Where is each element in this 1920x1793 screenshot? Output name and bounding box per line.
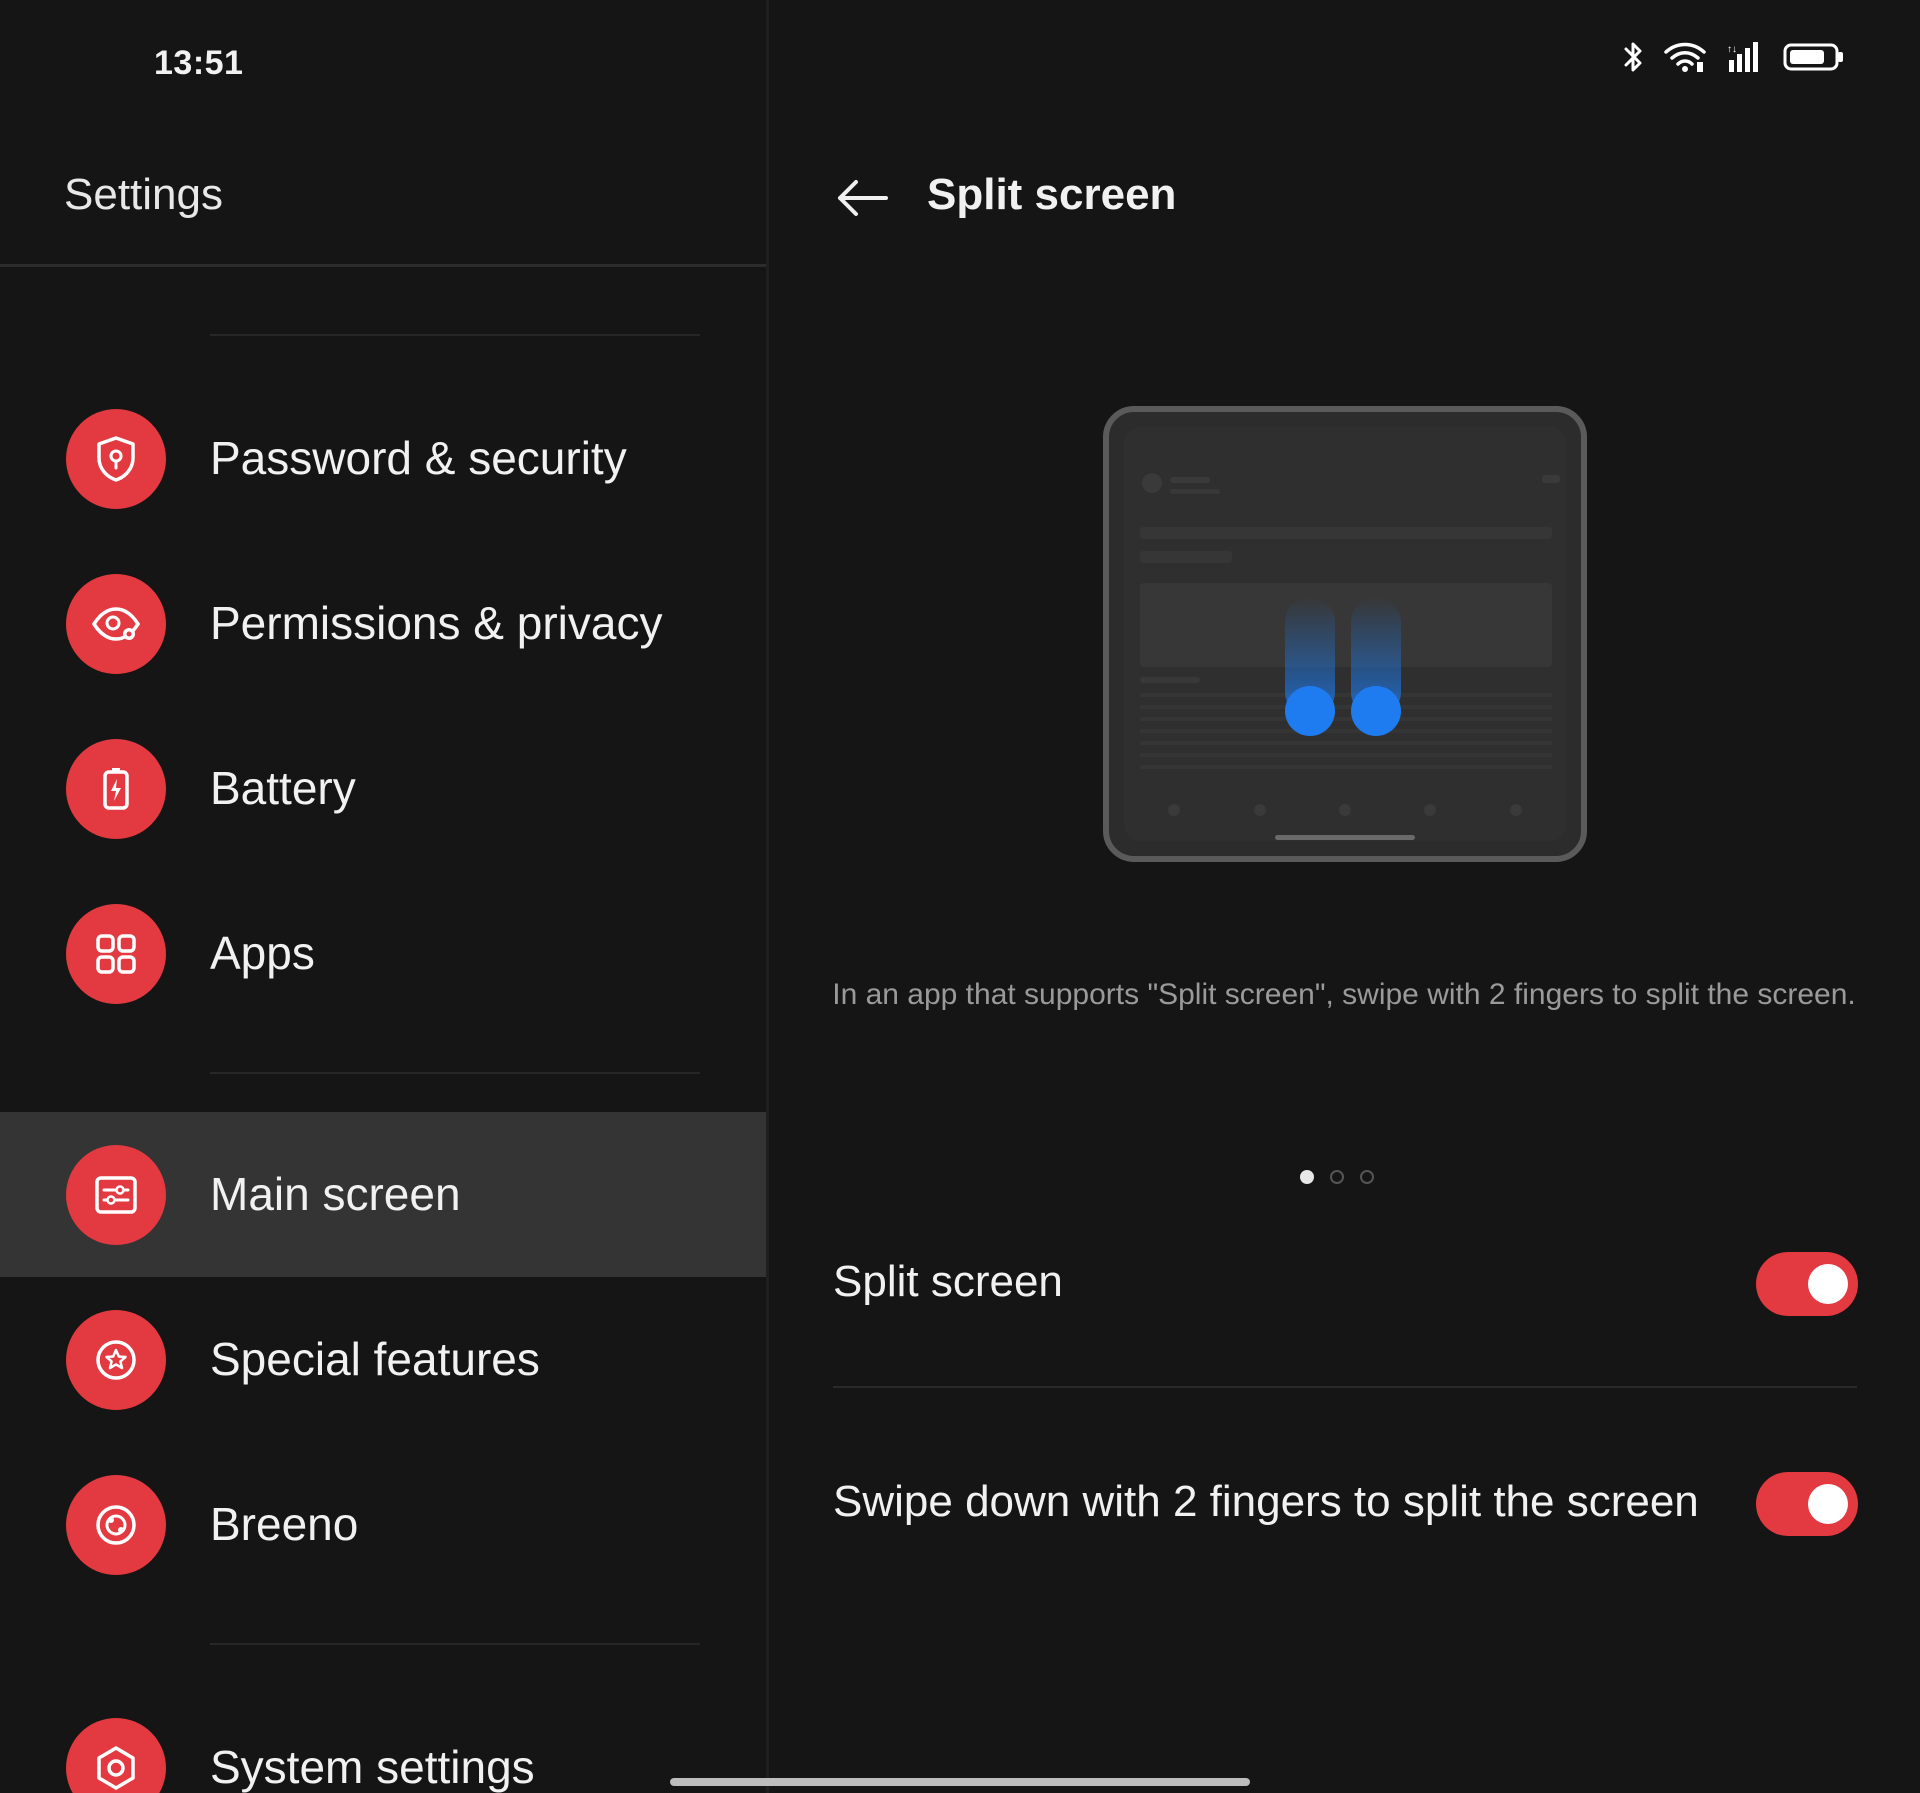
battery-icon: [66, 739, 166, 839]
sidebar-item-label: Password & security: [210, 432, 627, 484]
apps-grid-icon: [66, 904, 166, 1004]
page-title: Settings: [64, 170, 223, 219]
sidebar-item-label: Apps: [210, 927, 315, 979]
split-screen-illustration: [1102, 405, 1588, 863]
feature-description: In an app that supports "Split screen", …: [832, 978, 1856, 1011]
two-finger-swipe-toggle[interactable]: [1756, 1472, 1858, 1536]
sidebar-item-special-features[interactable]: Special features: [0, 1279, 766, 1439]
eye-settings-icon: [66, 574, 166, 674]
star-circle-icon: [66, 1310, 166, 1410]
battery-icon: [1783, 43, 1843, 71]
title-divider: [0, 264, 766, 267]
status-icons: ↑↓: [1621, 40, 1845, 74]
carousel-dot-2[interactable]: [1330, 1170, 1344, 1184]
sidebar-item-label: Breeno: [210, 1498, 359, 1550]
sidebar-item-label: System settings: [210, 1741, 535, 1793]
group-divider: [210, 1072, 700, 1074]
sidebar-item-permissions-privacy[interactable]: Permissions & privacy: [0, 543, 766, 703]
setting-divider: [833, 1386, 1857, 1388]
split-screen-label: Split screen: [833, 1257, 1063, 1306]
sidebar-item-breeno[interactable]: Breeno: [0, 1444, 766, 1604]
carousel-indicator[interactable]: [1300, 1170, 1374, 1184]
sidebar-item-battery[interactable]: Battery: [0, 708, 766, 868]
group-divider: [210, 334, 700, 336]
sidebar-item-system-settings[interactable]: System settings: [0, 1687, 766, 1793]
sidebar-item-apps[interactable]: Apps: [0, 873, 766, 1033]
carousel-dot-1[interactable]: [1300, 1170, 1314, 1184]
sidebar-item-label: Battery: [210, 762, 356, 814]
two-finger-swipe-setting-row[interactable]: Swipe down with 2 fingers to split the s…: [769, 1422, 1920, 1582]
toggle-knob: [1808, 1264, 1848, 1304]
breeno-icon: [66, 1475, 166, 1575]
wifi-icon: [1664, 42, 1706, 72]
gear-icon: [66, 1718, 166, 1793]
status-time: 13:51: [154, 44, 244, 82]
bluetooth-icon: [1624, 42, 1642, 72]
settings-list-pane: 13:51 Settings Password & security Permi…: [0, 0, 766, 1793]
two-finger-swipe-label: Swipe down with 2 fingers to split the s…: [833, 1477, 1699, 1526]
split-screen-setting-row[interactable]: Split screen: [769, 1202, 1920, 1362]
cellular-signal-icon: ↑↓: [1727, 42, 1758, 72]
shield-lock-icon: [66, 409, 166, 509]
main-screen-icon: [66, 1145, 166, 1245]
toggle-knob: [1808, 1484, 1848, 1524]
home-indicator[interactable]: [670, 1778, 1250, 1786]
group-divider: [210, 1643, 700, 1645]
carousel-dot-3[interactable]: [1360, 1170, 1374, 1184]
page-title: Split screen: [927, 170, 1177, 219]
sidebar-item-main-screen[interactable]: Main screen: [0, 1112, 766, 1277]
svg-text:↑↓: ↑↓: [1727, 44, 1737, 55]
split-screen-toggle[interactable]: [1756, 1252, 1858, 1316]
back-button[interactable]: [827, 168, 897, 228]
sidebar-item-label: Permissions & privacy: [210, 597, 663, 649]
split-screen-detail-pane: ↑↓ Split screen In an app that supports …: [769, 0, 1920, 1793]
sidebar-item-password-security[interactable]: Password & security: [0, 378, 766, 538]
sidebar-item-label: Main screen: [210, 1168, 461, 1220]
back-arrow-icon: [838, 180, 888, 216]
sidebar-item-label: Special features: [210, 1333, 540, 1385]
